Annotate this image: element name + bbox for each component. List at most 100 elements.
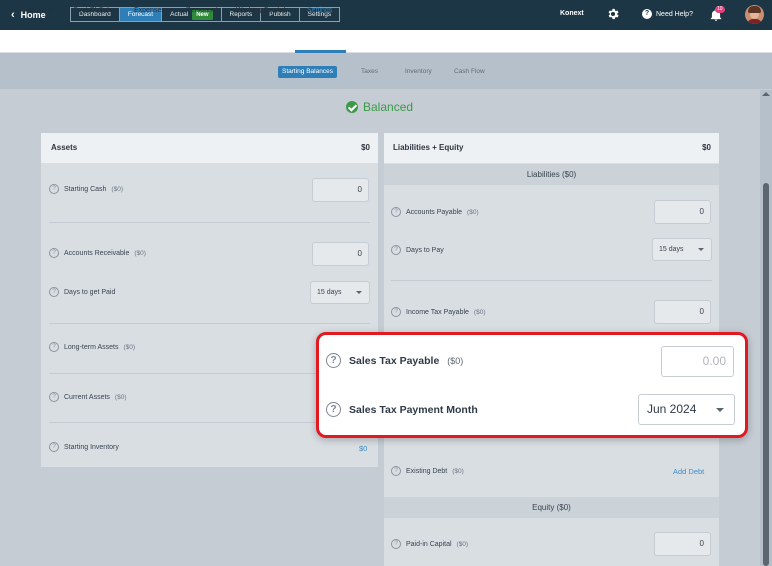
income-tax-payable-label: ? Income Tax Payable ($0) [391,307,485,317]
sales-tax-payment-month-label: ? Sales Tax Payment Month [326,402,478,417]
subtab-personnel[interactable]: Personnel [186,7,218,14]
accounts-receivable-sub: ($0) [134,249,146,257]
starting-inventory-link[interactable]: $0 [359,444,367,453]
long-term-assets-label: ? Long-term Assets ($0) [49,342,135,352]
existing-debt-text: Existing Debt [406,467,448,475]
paid-in-capital-sub: ($0) [456,540,469,548]
tab-cash-flow[interactable]: Cash Flow [450,66,489,78]
sales-tax-highlight-box: ? Sales Tax Payable ($0) 0.00 ? Sales Ta… [316,332,748,438]
forecast-subnav [0,30,772,53]
chevron-left-icon: ‹ [11,9,15,21]
divider [49,323,370,324]
sales-tax-payment-month-value: Jun 2024 [647,402,697,416]
question-icon[interactable]: ? [49,342,59,352]
days-to-pay-text: Days to Pay [406,246,444,254]
check-circle-icon [346,101,358,113]
help-icon: ? [642,9,652,19]
current-assets-sub: ($0) [114,393,127,401]
days-to-pay-select[interactable]: 15 days [652,238,712,261]
long-term-assets-sub: ($0) [123,343,136,351]
add-debt-link[interactable]: Add Debt [673,467,704,476]
paid-in-capital-text: Paid-in Capital [406,540,452,548]
current-assets-label: ? Current Assets ($0) [49,392,126,402]
tab-inventory[interactable]: Inventory [401,66,436,78]
settings-tabs-bar [0,53,772,89]
sales-tax-payable-label: ? Sales Tax Payable ($0) [326,353,463,368]
question-icon[interactable]: ? [391,207,401,217]
help-label: Need Help? [656,10,693,18]
paid-in-capital-input[interactable]: 0 [654,532,711,556]
liabilities-header-sub: ($0) [561,170,577,179]
question-icon[interactable]: ? [391,466,401,476]
question-icon[interactable]: ? [49,184,59,194]
liabilities-equity-title: Liabilities + Equity [393,143,464,152]
liabilities-equity-total: $0 [702,143,711,152]
subtab-expenses[interactable]: Expenses [134,7,165,14]
sales-tax-payable-sub: ($0) [447,355,464,366]
question-icon[interactable]: ? [49,442,59,452]
income-tax-payable-text: Income Tax Payable [406,308,469,316]
need-help-link[interactable]: ? Need Help? [642,9,693,19]
accounts-receivable-text: Accounts Receivable [64,249,130,257]
question-icon[interactable]: ? [391,307,401,317]
company-name[interactable]: Konext [560,10,584,17]
existing-debt-sub: ($0) [452,467,464,475]
days-to-get-paid-value: 15 days [317,289,342,296]
income-tax-payable-input[interactable]: 0 [654,300,711,324]
long-term-assets-text: Long-term Assets [64,343,119,351]
days-to-get-paid-select[interactable]: 15 days [310,281,370,304]
chevron-down-icon [716,408,724,412]
question-icon[interactable]: ? [326,353,341,368]
assets-total: $0 [361,143,370,152]
sales-tax-payable-input[interactable]: 0.00 [661,346,734,377]
starting-cash-text: Starting Cash [64,185,107,193]
scrollbar-thumb[interactable] [763,183,769,566]
question-icon[interactable]: ? [391,539,401,549]
days-to-pay-value: 15 days [659,246,684,253]
question-icon[interactable]: ? [49,248,59,258]
starting-inventory-text: Starting Inventory [64,443,119,451]
notification-badge: 10 [715,6,725,13]
balanced-label: Balanced [363,100,414,114]
subtab-working-capital[interactable]: Working Capital [236,7,285,14]
accounts-receivable-input[interactable]: 0 [312,242,369,266]
equity-header-sub: ($0) [556,503,571,512]
liabilities-equity-header: Liabilities + Equity $0 [384,133,719,163]
tab-starting-balances[interactable]: Starting Balances [278,66,337,78]
sales-tax-payment-month-select[interactable]: Jun 2024 [638,394,735,425]
starting-cash-input[interactable]: 0 [312,178,369,202]
sales-tax-payment-month-text: Sales Tax Payment Month [349,403,478,416]
subtab-revenue[interactable]: Revenue [26,7,54,14]
sales-tax-payable-text: Sales Tax Payable [349,354,440,367]
accounts-payable-sub: ($0) [467,208,479,216]
gear-icon[interactable] [606,7,620,21]
existing-debt-label: ? Existing Debt ($0) [391,466,464,476]
question-icon[interactable]: ? [326,402,341,417]
question-icon[interactable]: ? [49,287,59,297]
divider [391,280,712,281]
chevron-down-icon [698,248,704,251]
scroll-up-icon[interactable] [762,92,770,96]
days-to-pay-label: ? Days to Pay [391,245,444,255]
accounts-receivable-label: ? Accounts Receivable ($0) [49,248,146,258]
assets-title: Assets [51,143,78,152]
subtab-settings[interactable]: Settings [307,7,332,14]
avatar[interactable] [745,5,764,24]
starting-inventory-label: ? Starting Inventory [49,442,119,452]
subtab-cost-of-sales[interactable]: Cost Of Sales [73,7,116,14]
accounts-payable-input[interactable]: 0 [654,200,711,224]
starting-cash-sub: ($0) [111,185,123,193]
question-icon[interactable]: ? [391,245,401,255]
equity-section-header: Equity ($0) [384,497,719,518]
liabilities-section-header: Liabilities ($0) [384,164,719,185]
assets-header: Assets $0 [41,133,378,163]
accounts-payable-text: Accounts Payable [406,208,463,216]
current-assets-text: Current Assets [64,393,110,401]
question-icon[interactable]: ? [49,392,59,402]
tab-taxes[interactable]: Taxes [357,66,382,78]
equity-header-text: Equity [532,503,555,512]
accounts-payable-label: ? Accounts Payable ($0) [391,207,479,217]
balanced-status: Balanced [346,100,413,114]
chevron-down-icon [356,291,362,294]
starting-cash-label: ? Starting Cash ($0) [49,184,123,194]
